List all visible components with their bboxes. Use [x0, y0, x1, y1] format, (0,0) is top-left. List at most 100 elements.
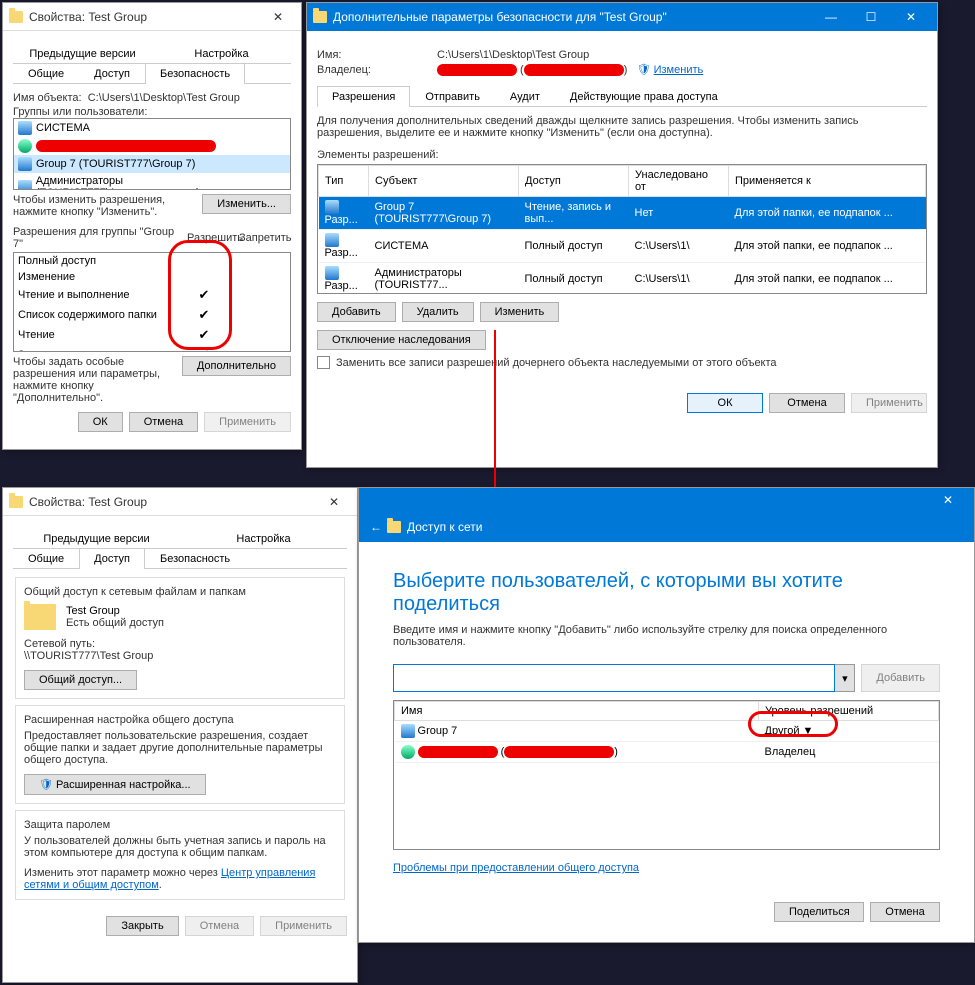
apply-button: Применить	[204, 412, 291, 432]
table-row[interactable]: Разр...Администраторы (TOURIST77...Полны…	[319, 263, 926, 295]
tab-share[interactable]: Отправить	[410, 86, 495, 107]
folder-icon	[24, 604, 56, 630]
table-row[interactable]: Разр...Group 7 (TOURIST777\Group 7)Чтени…	[319, 197, 926, 230]
perm-row[interactable]: Чтение	[14, 325, 290, 345]
tabs-row1: Предыдущие версии Настройка	[13, 43, 291, 64]
entries-label: Элементы разрешений:	[317, 149, 927, 161]
advanced-share-button[interactable]: 🛡 Расширенная настройка...	[24, 774, 206, 795]
tab-general[interactable]: Общие	[13, 63, 79, 84]
perm-entries-table[interactable]: ТипСубъектДоступУнаследовано отПрименяет…	[317, 164, 927, 294]
perm-row[interactable]: Полный доступ	[14, 253, 290, 269]
edit-button[interactable]: Изменить...	[202, 194, 291, 214]
tab-settings[interactable]: Настройка	[152, 43, 291, 64]
edit-hint: Чтобы изменить разрешения, нажмите кнопк…	[13, 194, 202, 218]
perm-row[interactable]: Список содержимого папки	[14, 305, 290, 325]
permissions-label: Разрешения для группы "Group 7"	[13, 226, 187, 250]
cancel-button[interactable]: Отмена	[769, 393, 845, 413]
cancel-button[interactable]: Отмена	[870, 902, 940, 922]
hint: Введите имя и нажмите кнопку "Добавить" …	[393, 624, 940, 648]
list-item[interactable]: Group 7 (TOURIST777\Group 7)	[36, 158, 195, 170]
titlebar[interactable]: Свойства: Test Group ✕	[3, 3, 301, 31]
group-icon	[325, 200, 339, 214]
header-bar: ← Доступ к сети	[359, 512, 974, 542]
table-row[interactable]: ()Владелец	[395, 742, 939, 763]
user-icon	[18, 139, 32, 153]
share-button[interactable]: Поделиться	[774, 902, 864, 922]
netpath-value: \\TOURIST777\Test Group	[24, 650, 336, 662]
object-name-value: C:\Users\1\Desktop\Test Group	[88, 92, 240, 104]
tab-effective[interactable]: Действующие права доступа	[555, 86, 733, 107]
remove-button[interactable]: Удалить	[402, 302, 474, 322]
titlebar[interactable]: Свойства: Test Group ✕	[3, 488, 357, 516]
tab-prev[interactable]: Предыдущие версии	[13, 528, 180, 549]
tab-prev[interactable]: Предыдущие версии	[13, 43, 152, 64]
dropdown-button[interactable]: ▾	[835, 664, 855, 692]
list-item[interactable]: СИСТЕМА	[36, 122, 90, 134]
tab-access[interactable]: Доступ	[79, 63, 145, 84]
group-icon	[18, 157, 32, 171]
redacted	[524, 64, 624, 76]
titlebar[interactable]: ✕	[359, 488, 974, 512]
perm-row[interactable]: Изменение	[14, 269, 290, 285]
tab-general[interactable]: Общие	[13, 548, 79, 569]
redacted	[437, 64, 517, 76]
legend: Защита паролем	[24, 819, 336, 831]
title: Дополнительные параметры безопасности дл…	[333, 10, 667, 24]
close-button[interactable]: Закрыть	[106, 916, 178, 936]
close-icon[interactable]: ✕	[891, 4, 931, 30]
title: Свойства: Test Group	[29, 495, 147, 509]
replace-entries-label: Заменить все записи разрешений дочернего…	[336, 357, 777, 369]
page-title: Выберите пользователей, с которыми вы хо…	[393, 570, 940, 616]
disable-inherit-button[interactable]: Отключение наследования	[317, 330, 486, 350]
change-owner-link[interactable]: Изменить	[654, 64, 704, 76]
advanced-button[interactable]: Дополнительно	[182, 356, 291, 376]
list-item[interactable]: Администраторы (TOURIST777\Администратор…	[36, 175, 286, 190]
user-input[interactable]	[393, 664, 835, 692]
cancel-button[interactable]: Отмена	[129, 412, 198, 432]
maximize-icon[interactable]: ☐	[851, 4, 891, 30]
properties-dialog-bottom: Свойства: Test Group ✕ Предыдущие версии…	[2, 487, 358, 983]
folder-icon	[9, 496, 23, 508]
tab-security[interactable]: Безопасность	[145, 63, 245, 84]
permissions-listbox[interactable]: Полный доступИзменениеЧтение и выполнени…	[13, 252, 291, 352]
minimize-icon[interactable]: —	[811, 4, 851, 30]
tab-permissions[interactable]: Разрешения	[317, 86, 410, 107]
close-icon[interactable]: ✕	[261, 4, 295, 30]
desc: У пользователей должны быть учетная запи…	[24, 835, 336, 859]
ok-button[interactable]: ОК	[687, 393, 763, 413]
apply-button: Применить	[260, 916, 347, 936]
share-users-list[interactable]: ИмяУровень разрешений Group 7Другой ▼ ()…	[393, 700, 940, 850]
back-icon[interactable]: ←	[365, 520, 387, 534]
group-icon	[325, 233, 339, 247]
tab-audit[interactable]: Аудит	[495, 86, 555, 107]
share-button[interactable]: Общий доступ...	[24, 670, 137, 690]
titlebar[interactable]: Дополнительные параметры безопасности дл…	[307, 3, 937, 31]
tabs-row2: Общие Доступ Безопасность	[13, 548, 347, 569]
groups-listbox[interactable]: СИСТЕМА Group 7 (TOURIST777\Group 7) Адм…	[13, 118, 291, 190]
tab-security[interactable]: Безопасность	[145, 548, 245, 569]
name-value: C:\Users\1\Desktop\Test Group	[437, 49, 589, 61]
edit-button[interactable]: Изменить	[480, 302, 560, 322]
object-name-label: Имя объекта:	[13, 92, 82, 104]
perm-hint: Для получения дополнительных сведений дв…	[317, 115, 927, 139]
perm-row[interactable]: Чтение и выполнение	[14, 285, 290, 305]
folder-icon	[313, 11, 327, 23]
table-row[interactable]: Разр...СИСТЕМАПолный доступC:\Users\1\Дл…	[319, 230, 926, 263]
folder-icon	[9, 11, 23, 23]
group-icon	[18, 121, 32, 135]
legend: Общий доступ к сетевым файлам и папкам	[24, 586, 336, 598]
replace-entries-checkbox[interactable]	[317, 356, 330, 369]
add-button[interactable]: Добавить	[317, 302, 396, 322]
trouble-link[interactable]: Проблемы при предоставлении общего досту…	[393, 862, 639, 874]
tab-settings[interactable]: Настройка	[180, 528, 347, 549]
annotation-circle	[748, 711, 838, 737]
close-icon[interactable]: ✕	[928, 487, 968, 513]
ok-button[interactable]: ОК	[78, 412, 123, 432]
tab-access[interactable]: Доступ	[79, 548, 145, 569]
tabs-row2: Общие Доступ Безопасность	[13, 63, 291, 84]
perm-row[interactable]: Запись	[14, 345, 290, 352]
table-row[interactable]: Group 7Другой ▼	[395, 721, 939, 742]
folder-name: Test Group	[66, 605, 164, 617]
network-share-group: Общий доступ к сетевым файлам и папкам T…	[15, 577, 345, 699]
close-icon[interactable]: ✕	[317, 489, 351, 515]
